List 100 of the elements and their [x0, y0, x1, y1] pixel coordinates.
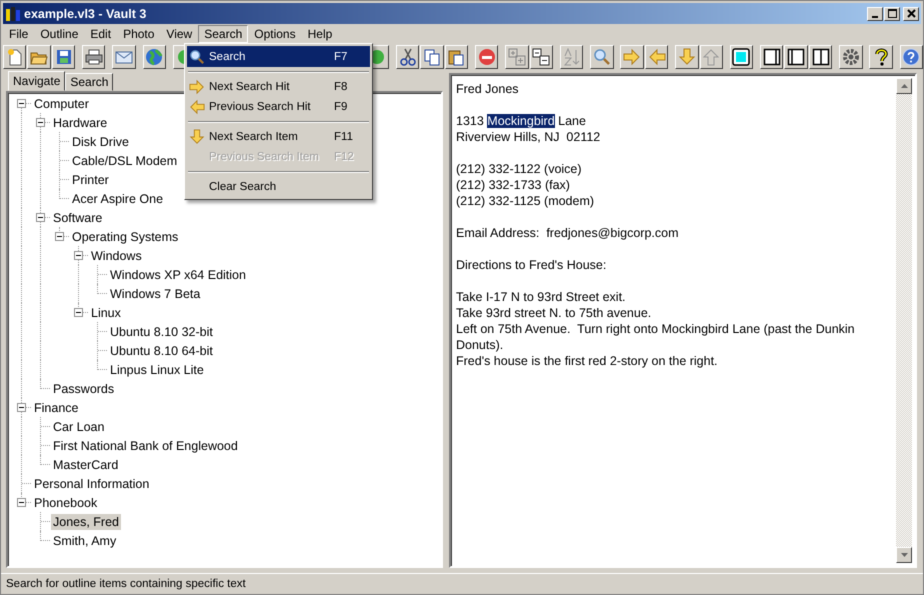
menu-item[interactable]: Help [302, 24, 338, 42]
menu-item[interactable]: File [3, 24, 34, 42]
menu-item[interactable]: Next Search Item F11 [187, 127, 370, 147]
square-icon [732, 48, 750, 66]
tree-item[interactable]: Software [51, 210, 104, 226]
new-file-icon [6, 48, 24, 66]
text-line: Take I-17 N to 93rd Street exit. [456, 289, 626, 305]
menu-item[interactable]: Outline [34, 24, 84, 42]
save-button[interactable] [52, 45, 76, 69]
close-icon [906, 9, 916, 18]
tree-item[interactable]: Linux [89, 304, 123, 320]
save-icon [54, 48, 73, 66]
expand-button[interactable] [505, 45, 529, 69]
copy-button[interactable] [420, 45, 444, 69]
close-button[interactable] [903, 6, 919, 20]
printer-button[interactable] [82, 45, 106, 69]
tree-item[interactable]: Jones, Fred [51, 514, 122, 530]
tab[interactable]: Navigate [8, 71, 66, 91]
tree-item[interactable]: Passwords [51, 380, 116, 396]
delete-button[interactable] [474, 45, 498, 69]
layout-icon [812, 48, 830, 66]
scissors-button[interactable] [396, 45, 420, 69]
maximize-icon [888, 9, 896, 18]
layout-button[interactable] [760, 45, 784, 69]
expander-icon[interactable] [55, 232, 64, 241]
scrollbar[interactable] [896, 78, 912, 563]
up-arrow-button[interactable] [700, 45, 723, 69]
menu-item[interactable]: Next Search Hit F8 [187, 77, 370, 97]
left-arrow-button[interactable] [644, 45, 668, 69]
tree-item[interactable]: Linpus Linux Lite [108, 362, 206, 378]
paste-button[interactable] [444, 45, 468, 69]
tab[interactable]: Search [65, 73, 114, 91]
expander-icon[interactable] [36, 118, 45, 127]
menu-item[interactable]: Search [198, 24, 248, 42]
right-arrow-icon [189, 79, 205, 95]
menu-item[interactable]: Edit [84, 24, 118, 42]
note-editor[interactable] [449, 73, 917, 568]
tree-item[interactable]: Windows [89, 248, 144, 264]
tree-item[interactable]: Ubuntu 8.10 64-bit [108, 342, 215, 358]
menu-item[interactable]: Photo [117, 24, 160, 42]
text-line: Take 93rd street N. to 75th avenue. [456, 305, 652, 321]
tree-item[interactable]: Computer [32, 96, 91, 112]
text-line: Donuts). [456, 337, 504, 353]
expander-icon[interactable] [36, 213, 45, 222]
tree-item[interactable]: Car Loan [51, 418, 106, 434]
tree-item[interactable]: Disk Drive [70, 134, 131, 150]
tree-item[interactable]: Phonebook [32, 494, 100, 510]
expander-icon[interactable] [74, 308, 83, 317]
collapse-icon [532, 48, 550, 66]
text-line: (212) 332-1122 (voice) [456, 161, 582, 177]
paste-icon [447, 48, 466, 66]
expander-icon[interactable] [17, 99, 26, 108]
down-arrow-icon [900, 553, 908, 557]
tree-item[interactable]: Personal Information [32, 476, 152, 492]
menu-item[interactable]: Previous Search Hit F9 [187, 97, 370, 117]
menu-item[interactable]: Clear Search [187, 177, 370, 197]
text-line: Riverview Hills, NJ 02112 [456, 129, 600, 145]
right-arrow-button[interactable] [620, 45, 644, 69]
tree-item[interactable]: MasterCard [51, 456, 120, 472]
expander-icon[interactable] [17, 403, 26, 412]
tree-item[interactable]: Cable/DSL Modem [70, 152, 180, 168]
up-arrow-icon [702, 48, 720, 66]
scissors-icon [398, 48, 417, 66]
layout-button[interactable] [808, 45, 832, 69]
tree-item[interactable]: Finance [32, 400, 80, 416]
globe-button[interactable] [142, 45, 166, 69]
new-file-button[interactable] [3, 45, 26, 69]
folder-button[interactable] [27, 45, 51, 69]
expander-icon[interactable] [17, 498, 26, 507]
tree-item[interactable]: Hardware [51, 114, 110, 130]
square-button[interactable] [730, 45, 754, 69]
left-arrow-icon [648, 48, 666, 66]
tree-item[interactable]: Ubuntu 8.10 32-bit [108, 324, 215, 340]
printer-icon [84, 48, 103, 66]
search-icon [189, 48, 205, 64]
help-button[interactable] [869, 45, 893, 69]
collapse-button[interactable] [530, 45, 554, 69]
maximize-button[interactable] [884, 6, 900, 20]
copy-icon [422, 48, 441, 66]
search-icon [592, 48, 611, 66]
tree-item[interactable]: First National Bank of Englewood [51, 438, 240, 454]
sort-button[interactable] [560, 45, 584, 69]
tree-item[interactable]: Operating Systems [70, 228, 180, 244]
tree-item[interactable]: Printer [70, 172, 111, 188]
text-line: (212) 332-1125 (modem) [456, 193, 594, 209]
down-arrow-button[interactable] [675, 45, 698, 69]
tree-item[interactable]: Acer Aspire One [70, 190, 166, 206]
layout-button[interactable] [784, 45, 808, 69]
menu-item[interactable]: Options [248, 24, 302, 42]
minimize-button[interactable] [867, 6, 883, 20]
settings-button[interactable] [839, 45, 863, 69]
envelope-button[interactable] [112, 45, 136, 69]
search-button[interactable] [590, 45, 614, 69]
menu-item[interactable]: Search F7 [187, 46, 370, 67]
tree-item[interactable]: Windows 7 Beta [108, 286, 202, 302]
tree-item[interactable]: Windows XP x64 Edition [108, 266, 248, 282]
expander-icon[interactable] [74, 251, 83, 260]
status-text: Search for outline items containing specific text [1, 573, 923, 594]
menu-item[interactable]: View [160, 24, 198, 42]
tree-item[interactable]: Smith, Amy [51, 532, 118, 548]
